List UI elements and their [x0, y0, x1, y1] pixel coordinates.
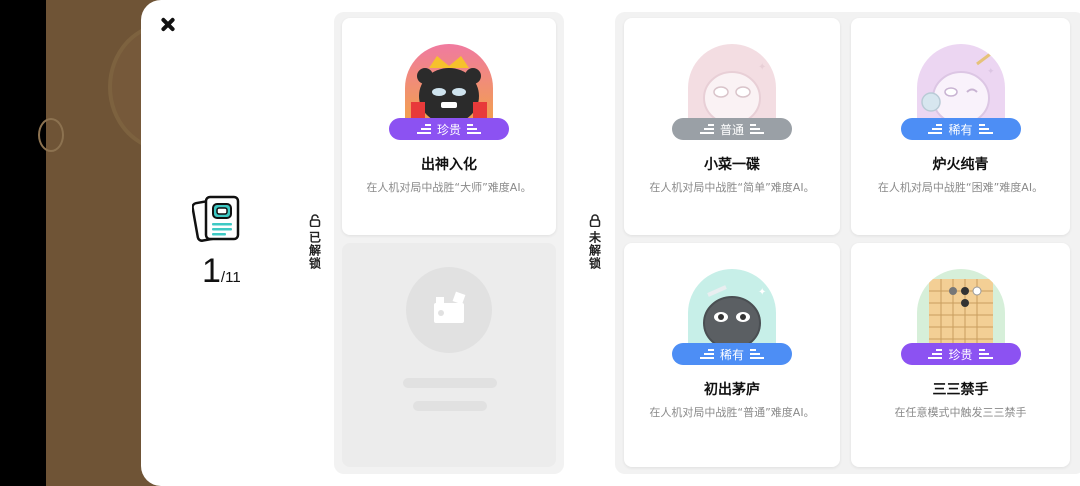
rarity-badge: 普通	[672, 118, 792, 140]
ninja-avatar-icon: ✦	[688, 269, 776, 349]
stairs-left-icon	[928, 349, 943, 359]
rarity-text: 珍贵	[948, 347, 973, 362]
achievement-title: 小菜一碟	[704, 157, 760, 173]
stairs-right-icon	[978, 349, 993, 359]
achievement-card[interactable]: ✦ 稀有 初出茅庐 在人机对局中战胜“普通”难度AI。	[624, 243, 840, 467]
wizard-avatar-icon: ✦	[916, 44, 1005, 124]
unlocked-lock-icon	[309, 214, 321, 227]
achievement-title: 初出茅庐	[704, 382, 760, 398]
achievement-title: 炉火纯青	[932, 157, 989, 173]
empty-card-placeholder	[342, 243, 556, 467]
achievement-card[interactable]: ✦ 稀有 炉火纯青 在人机对局中战胜“困难”难度AI。	[851, 18, 1070, 235]
rarity-badge: 珍贵	[389, 118, 509, 140]
svg-text:✦: ✦	[758, 287, 766, 298]
locked-lock-icon	[589, 214, 601, 227]
achievement-card[interactable]: ✦ 普通 小菜一碟 在人机对局中战胜“简单”难度AI。	[624, 18, 840, 235]
rarity-text: 稀有	[719, 347, 744, 362]
achievement-description: 在人机对局中战胜“困难”难度AI。	[877, 181, 1044, 194]
placeholder-title-bar	[403, 378, 497, 388]
stairs-right-icon	[978, 124, 993, 134]
achievement-card[interactable]: 珍贵 三三禁手 在任意模式中触发三三禁手	[851, 243, 1070, 467]
rarity-badge: 稀有	[672, 343, 792, 365]
achievement-title: 出神入化	[421, 157, 477, 173]
achievement-title: 三三禁手	[932, 382, 989, 398]
stairs-left-icon	[416, 124, 431, 134]
unlocked-label-text: 已解锁	[307, 231, 322, 270]
achievement-cards-icon	[191, 195, 244, 245]
achievement-card[interactable]: 珍贵 出神入化 在人机对局中战胜“大师”难度AI。	[342, 18, 556, 235]
locked-label-text: 未解锁	[587, 231, 602, 270]
placeholder-desc-bar	[413, 401, 487, 411]
rarity-text: 稀有	[948, 122, 973, 137]
achievement-description: 在人机对局中战胜“简单”难度AI。	[649, 181, 815, 194]
achievement-description: 在人机对局中战胜“大师”难度AI。	[366, 181, 532, 194]
rarity-text: 珍贵	[436, 122, 461, 137]
placeholder-avatar	[406, 267, 492, 353]
achievement-count: 1/11	[202, 252, 241, 291]
stairs-right-icon	[467, 124, 481, 134]
beginner-avatar-icon: ✦	[688, 44, 776, 124]
rarity-badge: 珍贵	[900, 343, 1021, 365]
achievement-description: 在人机对局中战胜“普通”难度AI。	[649, 406, 815, 419]
stairs-left-icon	[699, 349, 714, 359]
stairs-right-icon	[750, 124, 764, 134]
unlocked-section-label: 已解锁	[307, 214, 323, 270]
total-count: /11	[220, 269, 241, 286]
stairs-right-icon	[750, 349, 764, 359]
close-icon[interactable]	[158, 15, 178, 35]
locked-section-label: 未解锁	[587, 214, 603, 270]
achievement-description: 在任意模式中触发三三禁手	[894, 406, 1027, 419]
unlocked-count: 1	[202, 252, 221, 290]
background-left	[0, 0, 46, 486]
stairs-left-icon	[699, 124, 714, 134]
stairs-left-icon	[928, 124, 943, 134]
go-board-avatar-icon	[916, 269, 1005, 349]
svg-text:✦: ✦	[987, 67, 995, 77]
svg-text:✦: ✦	[758, 62, 766, 73]
king-bear-avatar-icon	[405, 44, 493, 124]
rarity-text: 普通	[719, 122, 744, 137]
rarity-badge: 稀有	[900, 118, 1021, 140]
